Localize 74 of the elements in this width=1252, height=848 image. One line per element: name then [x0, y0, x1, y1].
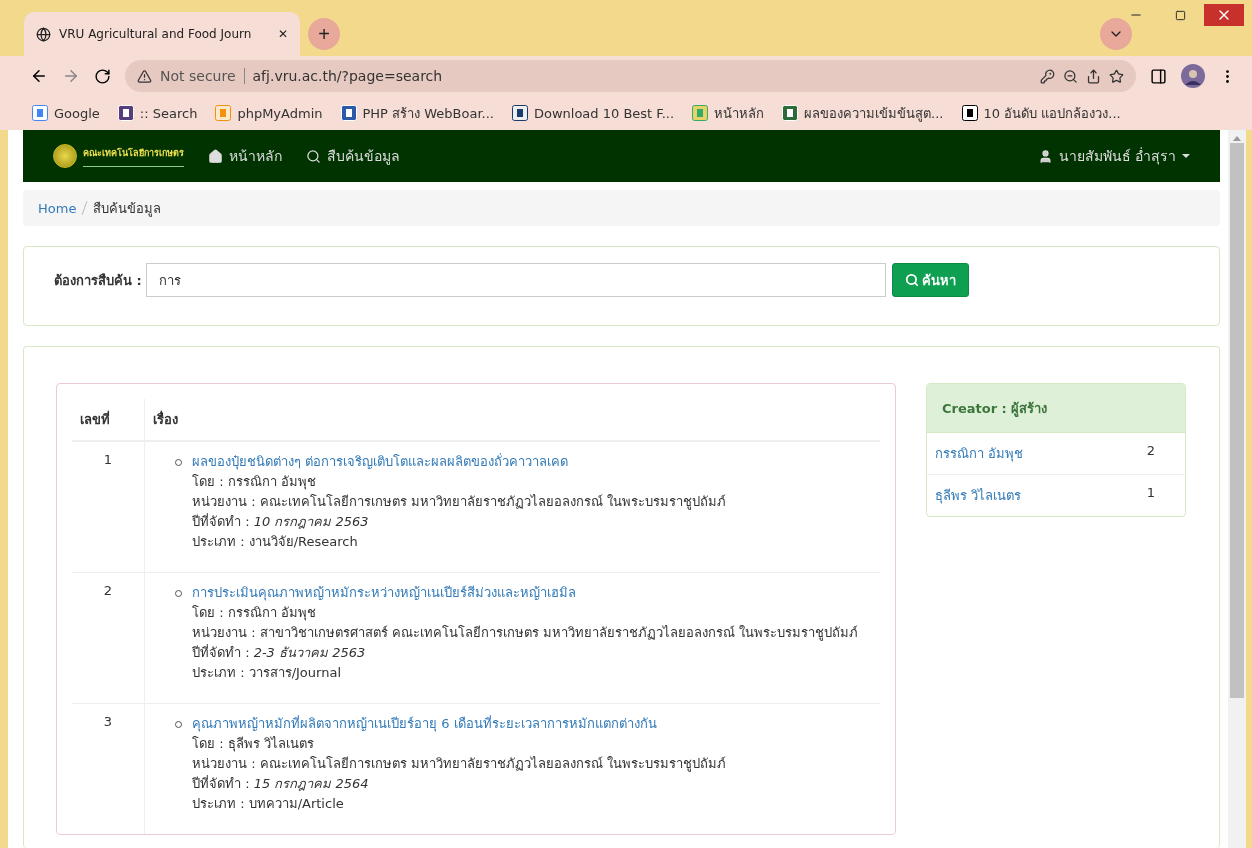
- bookmark-icon: [511, 105, 528, 121]
- result-title-link[interactable]: คุณภาพหญ้าหมักที่ผลิตจากหญ้าเนเปียร์อายุ 6 เดือนที่ระยะเวลาการหมักแตกต่างกัน: [192, 714, 726, 734]
- result-detail: ปีที่จัดทำ : 15 กรกฎาคม 2564: [192, 774, 370, 793]
- scrollbar[interactable]: [1228, 130, 1246, 848]
- creator-link[interactable]: กรรณิกา อัมพุช 2: [927, 433, 1185, 474]
- new-tab-button[interactable]: +: [308, 18, 340, 50]
- bookmark-link[interactable]: Download 10 Best F...: [511, 105, 675, 121]
- url-text: afj.vru.ac.th/?page=search: [252, 68, 444, 84]
- bookmark-link[interactable]: 10 อันดับ แอปกล้องวง...: [961, 102, 1121, 124]
- bookmark-icon: [340, 105, 357, 121]
- forward-icon[interactable]: [62, 67, 80, 85]
- bookmark-icon: [117, 105, 134, 121]
- result-detail: ประเภท : วารสาร/Journal: [192, 664, 342, 682]
- star-icon[interactable]: [1109, 68, 1124, 84]
- bookmark-icon: [692, 105, 709, 121]
- breadcrumb-link[interactable]: Home: [38, 200, 77, 216]
- security-label: Not secure: [160, 68, 245, 84]
- bookmark-link[interactable]: ผลของความเข้มข้นสูต...: [782, 102, 944, 124]
- seal-icon: [53, 144, 77, 168]
- home-icon: [208, 148, 223, 164]
- search-icon: [904, 273, 919, 287]
- bookmark-link[interactable]: phpMyAdmin: [215, 105, 323, 121]
- result-detail: หน่วยงาน : คณะเทคโนโลยีการเกษตร มหาวิทยาลัยราชภัฏวไลยอลงกรณ์ ในพระบรมราชูปถัมภ์: [192, 755, 726, 774]
- row-number: 3: [72, 703, 145, 834]
- caret-icon: [1182, 154, 1190, 158]
- search-icon: [306, 148, 321, 164]
- bookmark-icon: [782, 105, 799, 121]
- bookmark-icon: [32, 105, 48, 121]
- share-icon[interactable]: [1086, 68, 1101, 84]
- breadcrumb-link[interactable]: สืบค้นข้อมูล: [93, 197, 162, 219]
- result-detail: ปีที่จัดทำ : 10 กรกฎาคม 2563: [192, 512, 370, 531]
- bookmark-icon: [961, 105, 978, 121]
- bookmark-link[interactable]: หน้าหลัก: [692, 102, 765, 124]
- creator-link[interactable]: ธุลีพร วิไลเนตร 1: [927, 474, 1185, 516]
- result-detail: ปีที่จัดทำ : 2-3 ธันวาคม 2563: [192, 643, 367, 662]
- user-menu[interactable]: นายสัมพันธ์ อ่ำสุรา: [1037, 145, 1190, 167]
- warning-icon: [137, 68, 152, 84]
- row-number: 2: [72, 572, 145, 704]
- nav-link[interactable]: หน้าหลัก: [208, 145, 282, 167]
- tab-title: VRU Agricultural and Food Journ: [59, 27, 253, 41]
- result-detail: ประเภท : งานวิจัย/Research: [192, 533, 359, 551]
- zoom-icon[interactable]: [1063, 68, 1078, 84]
- address-bar[interactable]: Not secure afj.vru.ac.th/?page=search: [125, 60, 1136, 92]
- result-detail: ประเภท : บทความ/Article: [192, 795, 345, 813]
- result-title-link[interactable]: การประเมินคุณภาพหญ้าหมักระหว่างหญ้าเนเปียร์สีม่วงและหญ้าเฮมิล: [192, 583, 859, 603]
- tab-search-button[interactable]: [1100, 18, 1132, 50]
- bookmark-link[interactable]: PHP สร้าง WebBoar...: [340, 102, 494, 124]
- nav-link[interactable]: สืบค้นข้อมูล: [306, 145, 400, 167]
- globe-icon: [36, 26, 51, 42]
- column-header: เรื่อง: [144, 399, 880, 441]
- tab-close-button[interactable]: ✕: [277, 27, 288, 41]
- bookmark-icon: [215, 105, 232, 121]
- creator-heading: Creator : ผู้สร้าง: [927, 384, 1185, 433]
- reload-icon[interactable]: [94, 67, 111, 85]
- key-icon[interactable]: [1040, 68, 1055, 84]
- column-header: เลขที่: [72, 399, 145, 441]
- result-detail: หน่วยงาน : สาขาวิชาเกษตรศาสตร์ คณะเทคโนโลยีการเกษตร มหาวิทยาลัยราชภัฏวไลยอลงกรณ์ ในพระบรมราชูปถัมภ์: [192, 624, 859, 643]
- search-field[interactable]: การ: [145, 263, 886, 297]
- avatar-icon[interactable]: [1181, 64, 1205, 88]
- result-detail: โดย : กรรณิกา อัมพุช: [192, 473, 317, 492]
- side-panel-icon[interactable]: [1150, 67, 1167, 85]
- bookmark-link[interactable]: :: Search: [117, 105, 198, 121]
- bookmark-link[interactable]: Google: [32, 105, 100, 121]
- search-label: ต้องการสืบค้น :: [54, 271, 142, 290]
- logo-text[interactable]: คณะเทคโนโลยีการเกษตร: [83, 145, 184, 167]
- user-icon: [1037, 148, 1053, 164]
- back-icon[interactable]: [30, 67, 48, 85]
- maximize-icon: [1174, 9, 1186, 21]
- browser-tab[interactable]: VRU Agricultural and Food Journ ✕: [24, 12, 300, 56]
- result-title-link[interactable]: ผลของปุ๋ยชนิดต่างๆ ต่อการเจริญเติบโตและผลผลิตของถั่วคาวาลเคด: [192, 452, 726, 472]
- result-detail: โดย : กรรณิกา อัมพุช: [192, 604, 317, 623]
- result-detail: โดย : ธุลีพร วิไลเนตร: [192, 735, 315, 754]
- result-detail: หน่วยงาน : คณะเทคโนโลยีการเกษตร มหาวิทยาลัยราชภัฏวไลยอลงกรณ์ ในพระบรมราชูปถัมภ์: [192, 493, 726, 512]
- row-number: 1: [72, 441, 145, 573]
